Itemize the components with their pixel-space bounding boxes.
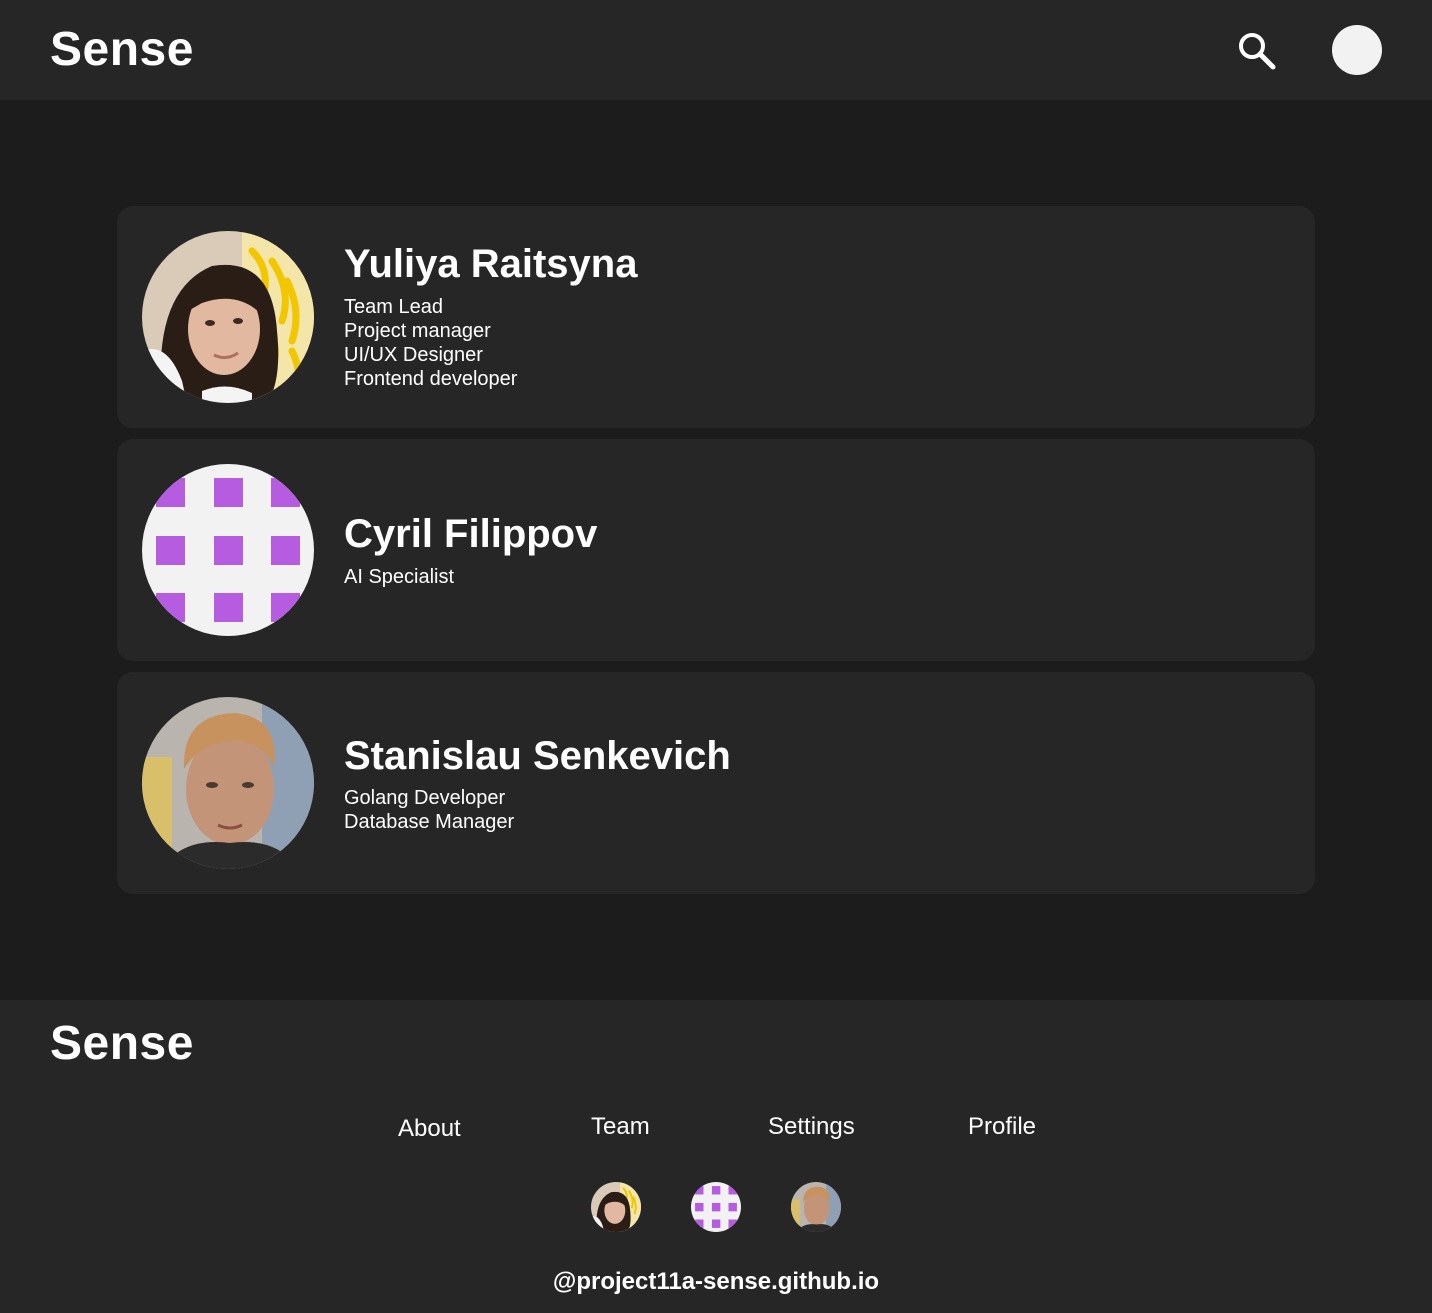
team-section: Yuliya Raitsyna Team Lead Project manage…: [0, 100, 1432, 1000]
profile-avatar-button[interactable]: [1332, 25, 1382, 75]
footer-avatar-stanislau[interactable]: [791, 1182, 841, 1232]
member-role: Team Lead: [344, 296, 443, 318]
header: Sense: [0, 0, 1432, 100]
member-photo-stanislau: [142, 697, 314, 869]
team-card-stanislau: Stanislau Senkevich Golang Developer Dat…: [117, 672, 1315, 894]
member-roles: Golang Developer Database Manager: [344, 786, 514, 834]
member-name: Stanislau Senkevich: [344, 734, 731, 778]
member-role: Frontend developer: [344, 368, 518, 390]
team-card-cyril: Cyril Filippov AI Specialist: [117, 439, 1315, 661]
member-photo-yuliya: [142, 231, 314, 403]
member-photo-cyril: [142, 464, 314, 636]
search-icon[interactable]: [1236, 30, 1276, 70]
member-role: Database Manager: [344, 811, 515, 833]
footer: Sense About Team Settings Profile @proje…: [0, 1000, 1432, 1313]
footer-link-about[interactable]: About: [398, 1117, 461, 1141]
footer-avatar-yuliya[interactable]: [591, 1182, 641, 1232]
member-roles: AI Specialist: [344, 565, 454, 589]
footer-link-team[interactable]: Team: [591, 1115, 650, 1139]
member-role: Project manager: [344, 320, 491, 342]
header-logo[interactable]: Sense: [50, 26, 194, 74]
footer-logo[interactable]: Sense: [50, 1020, 194, 1068]
footer-link-profile[interactable]: Profile: [968, 1115, 1036, 1139]
member-name: Yuliya Raitsyna: [344, 242, 638, 286]
footer-handle[interactable]: @project11a-sense.github.io: [0, 1268, 1432, 1296]
member-role: UI/UX Designer: [344, 344, 483, 366]
member-role: Golang Developer: [344, 787, 506, 809]
team-card-yuliya: Yuliya Raitsyna Team Lead Project manage…: [117, 206, 1315, 428]
footer-avatar-cyril[interactable]: [691, 1182, 741, 1232]
member-roles: Team Lead Project manager UI/UX Designer…: [344, 295, 517, 391]
member-role: AI Specialist: [344, 566, 455, 588]
member-name: Cyril Filippov: [344, 512, 598, 556]
footer-link-settings[interactable]: Settings: [768, 1115, 855, 1139]
